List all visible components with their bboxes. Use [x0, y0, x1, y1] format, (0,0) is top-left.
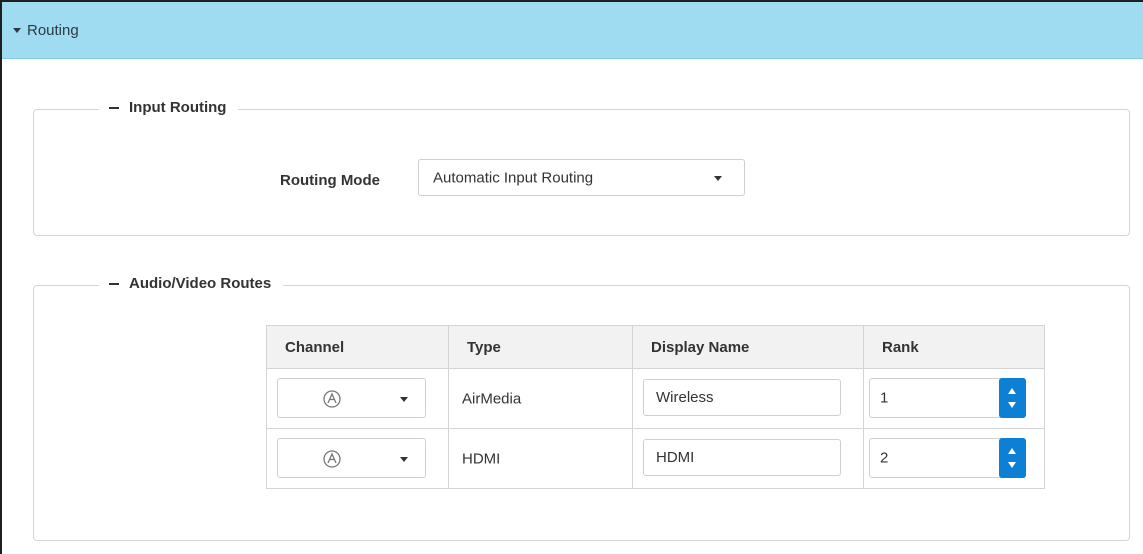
spin-up-icon[interactable]	[1008, 448, 1016, 454]
av-routes-legend[interactable]: Audio/Video Routes	[99, 275, 284, 292]
rank-stepper[interactable]: 1	[869, 378, 1026, 418]
column-header-type: Type	[448, 325, 633, 369]
table-row: AirMedia Wireless 1	[266, 368, 1045, 429]
av-routes-title: Audio/Video Routes	[129, 275, 272, 292]
channel-select[interactable]	[277, 438, 426, 478]
rank-value: 1	[880, 389, 889, 407]
channel-cell	[266, 368, 449, 429]
routing-mode-value: Automatic Input Routing	[433, 169, 594, 186]
input-routing-title: Input Routing	[129, 99, 227, 116]
table-header-row: Channel Type Display Name Rank	[266, 325, 1045, 369]
rank-cell: 2	[863, 428, 1045, 489]
type-cell: HDMI	[448, 428, 633, 489]
column-header-channel: Channel	[266, 325, 449, 369]
column-header-rank: Rank	[863, 325, 1045, 369]
rank-spinner[interactable]	[999, 438, 1026, 478]
airmedia-icon	[323, 450, 341, 468]
display-name-input[interactable]: Wireless	[643, 379, 841, 416]
spin-down-icon[interactable]	[1008, 462, 1016, 468]
rank-value: 2	[880, 449, 889, 467]
spin-down-icon[interactable]	[1008, 402, 1016, 408]
collapse-minus-icon	[109, 282, 119, 285]
chevron-down-icon	[714, 176, 722, 181]
channel-cell	[266, 428, 449, 489]
display-name-cell: Wireless	[632, 368, 864, 429]
airmedia-icon	[323, 390, 341, 408]
routing-mode-label: Routing Mode	[280, 172, 380, 189]
av-routes-table: Channel Type Display Name Rank AirMedia …	[266, 325, 1045, 489]
spin-up-icon[interactable]	[1008, 388, 1016, 394]
routing-section-header[interactable]: Routing	[2, 2, 1143, 59]
display-name-input[interactable]: HDMI	[643, 439, 841, 476]
chevron-down-icon	[400, 397, 408, 402]
column-header-display-name: Display Name	[632, 325, 864, 369]
rank-spinner[interactable]	[999, 378, 1026, 418]
chevron-down-icon	[400, 457, 408, 462]
routing-mode-select[interactable]: Automatic Input Routing	[418, 159, 745, 196]
display-name-cell: HDMI	[632, 428, 864, 489]
input-routing-legend[interactable]: Input Routing	[99, 99, 239, 116]
section-title: Routing	[27, 21, 79, 39]
input-routing-panel: Input Routing Routing Mode Automatic Inp…	[33, 99, 1130, 236]
caret-down-icon	[13, 27, 21, 33]
collapse-minus-icon	[109, 106, 119, 109]
rank-cell: 1	[863, 368, 1045, 429]
channel-select[interactable]	[277, 378, 426, 418]
table-row: HDMI HDMI 2	[266, 428, 1045, 489]
type-cell: AirMedia	[448, 368, 633, 429]
av-routes-panel: Audio/Video Routes Channel Type Display …	[33, 275, 1130, 541]
type-text: AirMedia	[462, 390, 522, 407]
rank-stepper[interactable]: 2	[869, 438, 1026, 478]
type-text: HDMI	[462, 450, 501, 467]
